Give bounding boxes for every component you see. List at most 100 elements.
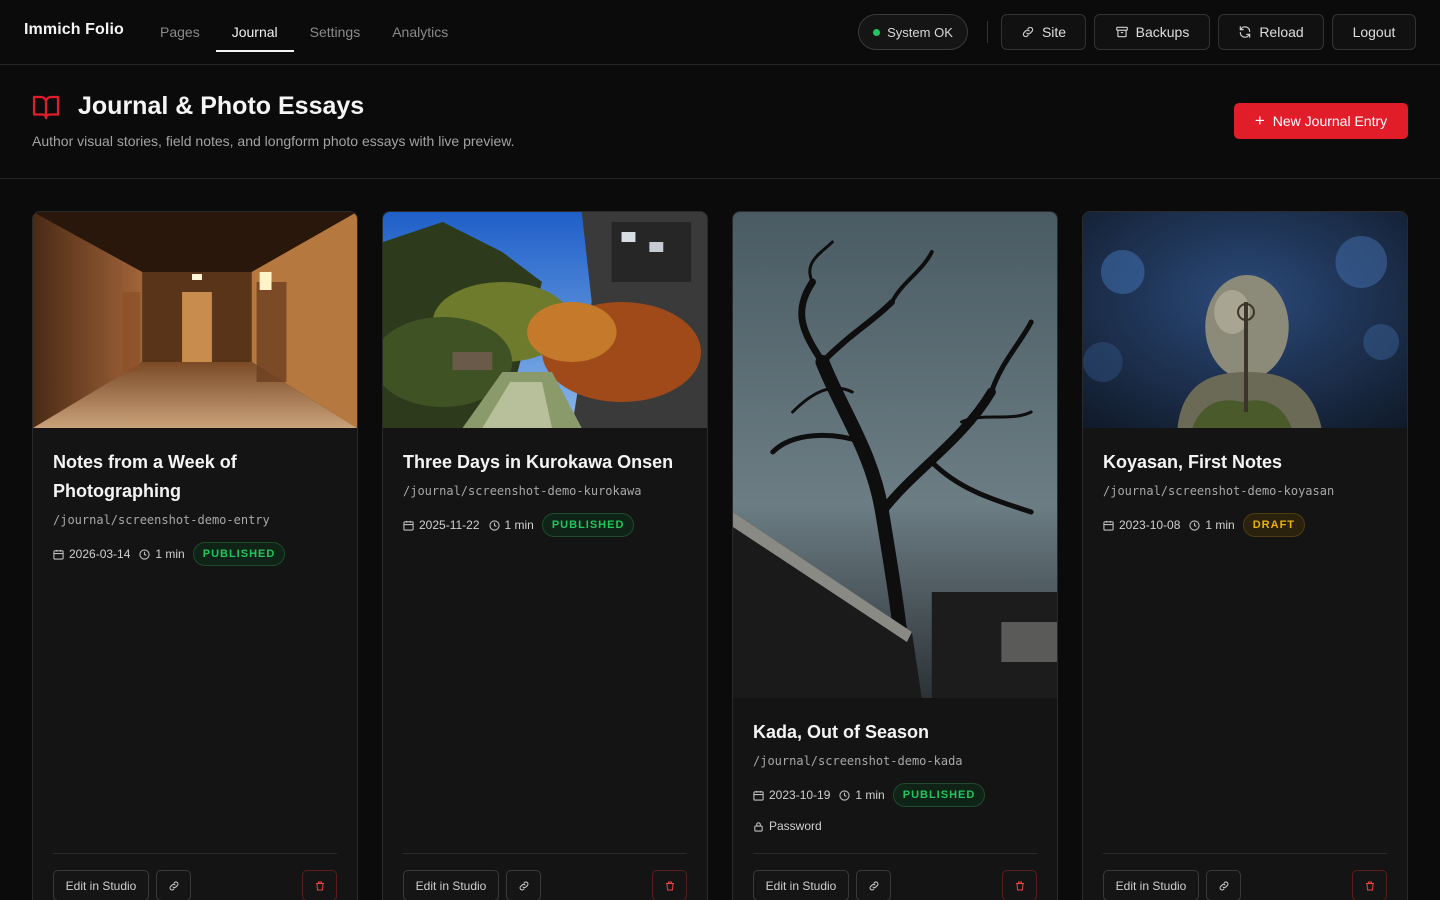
card-title[interactable]: Three Days in Kurokawa Onsen	[403, 448, 687, 477]
onsen-valley-photo	[383, 212, 707, 428]
journal-card[interactable]: Three Days in Kurokawa Onsen /journal/sc…	[382, 211, 708, 900]
card-read-time: 1 min	[855, 788, 885, 802]
card-footer: Edit in Studio	[403, 853, 687, 900]
journal-card[interactable]: Kada, Out of Season /journal/screenshot-…	[732, 211, 1058, 900]
trash-icon	[1015, 881, 1024, 890]
edit-in-studio-button[interactable]: Edit in Studio	[403, 870, 499, 900]
card-cover-image[interactable]	[1083, 212, 1407, 428]
status-badge: DRAFT	[1242, 513, 1306, 537]
page-header: Journal & Photo Essays Author visual sto…	[0, 65, 1440, 179]
copy-link-button[interactable]	[1206, 870, 1241, 900]
backups-button[interactable]: Backups	[1094, 14, 1210, 50]
top-bar: Immich Folio Pages Journal Settings Anal…	[0, 0, 1440, 65]
status-badge: PUBLISHED	[892, 783, 986, 807]
bare-tree-photo	[733, 212, 1057, 698]
edit-in-studio-button[interactable]: Edit in Studio	[53, 870, 149, 900]
card-title[interactable]: Notes from a Week of Photographing	[53, 448, 337, 506]
system-status-pill[interactable]: System OK	[858, 14, 968, 50]
calendar-icon	[403, 520, 414, 531]
nav-journal[interactable]: Journal	[215, 0, 294, 64]
journal-card[interactable]: Notes from a Week of Photographing /jour…	[32, 211, 358, 900]
status-badge: PUBLISHED	[541, 513, 635, 537]
page-subtitle: Author visual stories, field notes, and …	[32, 133, 515, 149]
journal-card[interactable]: Koyasan, First Notes /journal/screenshot…	[1082, 211, 1408, 900]
refresh-icon	[1240, 26, 1251, 38]
backups-label: Backups	[1135, 24, 1190, 40]
nav-settings[interactable]: Settings	[294, 0, 377, 64]
link-icon	[519, 881, 528, 890]
card-read-time: 1 min	[504, 518, 534, 532]
password-protected-indicator: Password	[753, 819, 1037, 833]
copy-link-button[interactable]	[856, 870, 891, 900]
reload-button[interactable]: Reload	[1218, 14, 1324, 50]
card-date: 2023-10-19	[769, 788, 831, 802]
card-cover-image[interactable]	[33, 212, 357, 428]
copy-link-button[interactable]	[156, 870, 191, 900]
nav-pages[interactable]: Pages	[144, 0, 216, 64]
link-icon	[169, 881, 178, 890]
password-label: Password	[769, 819, 822, 833]
logout-button[interactable]: Logout	[1332, 14, 1416, 50]
card-cover-image[interactable]	[733, 212, 1057, 698]
new-journal-entry-label: New Journal Entry	[1272, 113, 1388, 129]
clock-icon	[488, 519, 500, 531]
card-date: 2025-11-22	[419, 518, 480, 532]
delete-button[interactable]	[1002, 870, 1037, 900]
card-cover-image[interactable]	[383, 212, 707, 428]
calendar-icon	[53, 549, 64, 560]
delete-button[interactable]	[302, 870, 337, 900]
card-meta: 2023-10-08 1 min DRAFT	[1103, 513, 1387, 537]
calendar-icon	[753, 790, 764, 801]
trash-icon	[315, 881, 324, 890]
delete-button[interactable]	[1352, 870, 1387, 900]
copy-link-button[interactable]	[506, 870, 541, 900]
card-footer: Edit in Studio	[753, 853, 1037, 900]
link-icon	[1219, 881, 1228, 890]
plus-icon: +	[1254, 110, 1265, 130]
system-status-label: System OK	[887, 24, 953, 40]
card-date: 2026-03-14	[69, 547, 131, 561]
card-title[interactable]: Kada, Out of Season	[753, 718, 1037, 747]
card-body: Three Days in Kurokawa Onsen /journal/sc…	[403, 448, 687, 537]
trash-icon	[665, 881, 674, 890]
link-icon	[869, 881, 878, 890]
card-slug: /journal/screenshot-demo-koyasan	[1103, 484, 1335, 498]
archive-icon	[1115, 26, 1128, 38]
app-brand[interactable]: Immich Folio	[24, 21, 124, 39]
card-date: 2023-10-08	[1119, 518, 1181, 532]
nav-analytics[interactable]: Analytics	[376, 0, 464, 64]
stone-statue-photo	[1083, 212, 1407, 428]
card-read-time: 1 min	[1205, 518, 1235, 532]
card-meta: 2025-11-22 1 min PUBLISHED	[403, 513, 687, 537]
link-icon	[1022, 26, 1034, 38]
card-meta: 2023-10-19 1 min PUBLISHED	[753, 783, 1037, 807]
status-dot-icon	[873, 28, 881, 36]
site-button[interactable]: Site	[1001, 14, 1086, 50]
calendar-icon	[1103, 520, 1114, 531]
delete-button[interactable]	[652, 870, 687, 900]
status-badge: PUBLISHED	[192, 542, 286, 566]
new-journal-entry-button[interactable]: + New Journal Entry	[1234, 103, 1408, 139]
trash-icon	[1365, 881, 1374, 890]
reload-label: Reload	[1259, 24, 1304, 40]
edit-in-studio-button[interactable]: Edit in Studio	[1103, 870, 1199, 900]
hallway-photo	[33, 212, 357, 428]
card-read-time: 1 min	[155, 547, 185, 561]
card-slug: /journal/screenshot-demo-entry	[53, 513, 270, 527]
card-footer: Edit in Studio	[1103, 853, 1387, 900]
open-book-icon	[32, 95, 60, 120]
lock-icon	[754, 821, 763, 832]
clock-icon	[139, 548, 151, 560]
card-title[interactable]: Koyasan, First Notes	[1103, 448, 1387, 477]
card-meta: 2026-03-14 1 min PUBLISHED	[53, 542, 337, 566]
card-body: Koyasan, First Notes /journal/screenshot…	[1103, 448, 1387, 537]
site-label: Site	[1041, 24, 1067, 40]
card-slug: /journal/screenshot-demo-kurokawa	[403, 484, 642, 498]
card-slug: /journal/screenshot-demo-kada	[753, 754, 963, 768]
logout-label: Logout	[1352, 24, 1396, 40]
clock-icon	[1189, 519, 1201, 531]
edit-in-studio-button[interactable]: Edit in Studio	[753, 870, 849, 900]
page-title: Journal & Photo Essays	[78, 92, 365, 120]
card-body: Notes from a Week of Photographing /jour…	[53, 448, 337, 566]
toolbar-divider	[987, 21, 988, 43]
